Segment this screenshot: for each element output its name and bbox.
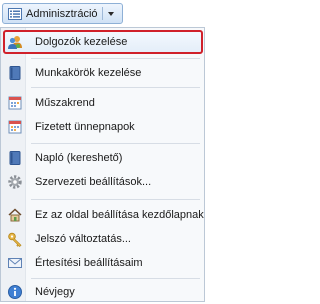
book-icon [9,66,21,80]
menu-item-set-homepage[interactable]: Ez az oldal beállítása kezdőlapnak [3,203,204,227]
key-icon [8,232,22,247]
menu-divider [31,199,200,200]
menu-item-org-settings[interactable]: Szervezeti beállítások... [3,170,203,194]
calendar-icon [8,96,22,110]
menu-item-label: Névjegy [35,286,75,298]
menu-button-separator [101,7,103,20]
gear-icon [8,175,22,189]
log-book-icon [9,151,21,165]
menu-divider [31,58,200,59]
menu-divider [31,143,200,144]
menu-divider [31,278,200,279]
menu-item-about[interactable]: Névjegy [3,280,203,304]
menu-item-shift-schedule[interactable]: Műszakrend [3,91,203,115]
menu-item-label: Munkakörök kezelése [35,67,142,79]
chevron-down-icon[interactable] [107,11,114,16]
admin-menu-button[interactable]: Adminisztráció [2,3,123,24]
menu-item-label: Jelszó változtatás... [35,233,131,245]
calendar-holiday-icon [8,120,22,134]
menu-item-label: Értesítési beállításaim [35,257,143,269]
home-icon [8,208,22,222]
menu-item-employees[interactable]: Dolgozók kezelése [3,30,203,54]
admin-menu-label: Adminisztráció [26,7,98,20]
info-icon [8,285,22,299]
list-icon [8,7,22,20]
users-icon [8,36,22,49]
menu-item-paid-holidays[interactable]: Fizetett ünnepnapok [3,115,203,139]
menu-item-label: Műszakrend [35,97,95,109]
menu-item-change-password[interactable]: Jelszó változtatás... [3,227,203,251]
admin-dropdown-menu: Dolgozók kezelése Munkakörök kezelése Mű… [0,27,205,302]
menu-item-job-roles[interactable]: Munkakörök kezelése [3,61,203,85]
menu-item-label: Ez az oldal beállítása kezdőlapnak [35,209,204,221]
menu-item-label: Napló (kereshető) [35,152,123,164]
menu-divider [31,87,200,88]
menu-item-log[interactable]: Napló (kereshető) [3,146,203,170]
menu-item-notification-settings[interactable]: Értesítési beállításaim [3,251,203,275]
menu-item-label: Szervezeti beállítások... [35,176,152,188]
mail-icon [8,258,22,268]
menu-item-label: Dolgozók kezelése [35,36,128,48]
menu-item-label: Fizetett ünnepnapok [35,121,135,133]
